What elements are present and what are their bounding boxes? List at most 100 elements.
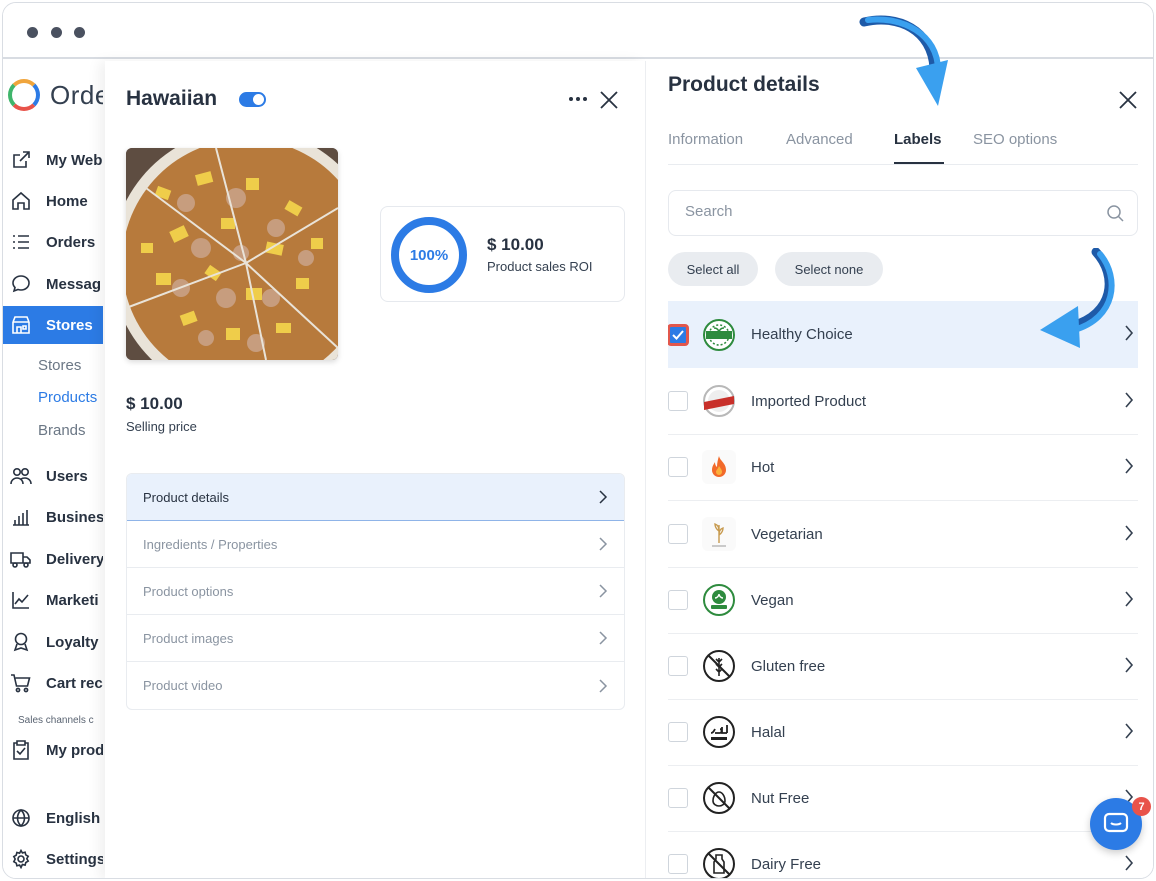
label-name: Hot <box>751 458 775 476</box>
sidebar-item-label: My prod <box>46 741 103 759</box>
chevron-right-icon <box>1125 392 1134 408</box>
label-row-vegan[interactable]: Vegan <box>668 567 1138 634</box>
chevron-right-icon <box>599 678 608 693</box>
list-icon <box>10 231 32 253</box>
sidebar-item-label: Messag <box>46 275 102 293</box>
label-row-dairy-free[interactable]: Dairy Free <box>668 831 1138 878</box>
search-icon[interactable] <box>1106 204 1125 223</box>
bar-chart-icon <box>10 506 32 528</box>
label-name: Nut Free <box>751 789 810 807</box>
label-checkbox[interactable] <box>668 524 688 544</box>
label-row-imported-product[interactable]: Imported Product <box>668 368 1138 435</box>
roi-card: 100% $ 10.00 Product sales ROI <box>380 206 625 302</box>
product-panel: Hawaiian 100% $ 10.00 Product sales ROI … <box>105 61 645 878</box>
product-menu: Product details Ingredients / Properties… <box>126 473 625 710</box>
label-checkbox[interactable] <box>668 788 688 808</box>
sidebar-item-label: Stores <box>46 316 93 334</box>
label-checkbox[interactable] <box>668 324 688 345</box>
close-product-button[interactable] <box>598 89 620 111</box>
label-checkbox[interactable] <box>668 656 688 676</box>
menu-item-product-images[interactable]: Product images <box>127 615 624 662</box>
annotation-arrow-icon <box>1040 248 1115 348</box>
product-title: Hawaiian <box>126 87 218 110</box>
label-checkbox[interactable] <box>668 722 688 742</box>
sidebar-item-label: My Web <box>46 151 103 169</box>
import-badge-icon <box>702 384 736 418</box>
menu-item-label: Product options <box>143 583 234 599</box>
annotation-arrow-icon <box>859 15 948 106</box>
sidebar-item-settings[interactable]: Settings <box>3 840 103 878</box>
window-dot <box>27 27 38 38</box>
sidebar-item-label: Busines <box>46 508 103 526</box>
chevron-right-icon <box>1125 657 1134 673</box>
sidebar-subitem-products[interactable]: Products <box>38 389 97 406</box>
label-name: Gluten free <box>751 657 826 675</box>
sidebar-item-my-products[interactable]: My prod <box>3 731 103 769</box>
sidebar-item-label: Users <box>46 467 88 485</box>
product-enabled-toggle[interactable] <box>239 92 266 107</box>
sidebar-item-business[interactable]: Busines <box>3 498 103 536</box>
chat-icon <box>1103 812 1129 833</box>
label-row-gluten-free[interactable]: Gluten free <box>668 633 1138 700</box>
sidebar-item-language[interactable]: English <box>3 799 103 837</box>
sidebar-subitem-stores[interactable]: Stores <box>38 357 81 374</box>
product-details-panel: Product details Information Advanced Lab… <box>645 61 1153 878</box>
tab-labels[interactable]: Labels <box>894 131 942 148</box>
tab-information[interactable]: Information <box>668 131 743 148</box>
close-details-button[interactable] <box>1117 89 1139 111</box>
product-image[interactable] <box>126 148 338 360</box>
sidebar: Orde My Web Home Orders Messag Stores St… <box>3 61 103 878</box>
label-row-vegetarian[interactable]: Vegetarian <box>668 501 1138 568</box>
menu-item-product-video[interactable]: Product video <box>127 662 624 709</box>
chevron-right-icon <box>599 537 608 551</box>
roi-percent: 100% <box>409 246 449 264</box>
label-checkbox[interactable] <box>668 854 688 874</box>
sidebar-item-cart-recovery[interactable]: Cart rec <box>3 664 103 702</box>
truck-icon <box>10 548 32 570</box>
label-row-nut-free[interactable]: Nut Free <box>668 765 1138 832</box>
tab-advanced[interactable]: Advanced <box>786 131 853 148</box>
search-input[interactable] <box>685 203 1085 220</box>
label-checkbox[interactable] <box>668 590 688 610</box>
tab-seo-options[interactable]: SEO options <box>973 131 1057 148</box>
sidebar-item-users[interactable]: Users <box>3 457 103 495</box>
select-none-button[interactable]: Select none <box>775 252 883 286</box>
app-logo[interactable]: Orde <box>8 79 103 111</box>
details-title: Product details <box>668 73 820 96</box>
gear-icon <box>10 848 32 870</box>
selling-price-label: Selling price <box>126 419 197 434</box>
menu-item-product-details[interactable]: Product details <box>127 474 624 521</box>
sidebar-item-loyalty[interactable]: Loyalty <box>3 623 103 661</box>
chevron-right-icon <box>599 584 608 598</box>
nut-free-icon <box>702 781 736 815</box>
sidebar-item-my-website[interactable]: My Web <box>3 141 103 179</box>
sidebar-item-label: English <box>46 809 101 827</box>
sidebar-item-home[interactable]: Home <box>3 182 103 220</box>
menu-item-label: Product images <box>143 630 234 646</box>
active-tab-indicator <box>894 162 944 164</box>
gluten-free-icon <box>702 649 736 683</box>
roi-label: Product sales ROI <box>487 259 593 274</box>
chevron-right-icon <box>599 631 608 645</box>
sidebar-item-delivery[interactable]: Delivery <box>3 540 103 578</box>
sidebar-item-label: Home <box>46 192 88 210</box>
label-checkbox[interactable] <box>668 457 688 477</box>
label-name: Healthy Choice <box>751 326 853 343</box>
label-name: Dairy Free <box>751 855 822 873</box>
label-name: Imported Product <box>751 392 867 410</box>
menu-item-ingredients[interactable]: Ingredients / Properties <box>127 521 624 568</box>
label-row-halal[interactable]: Halal <box>668 699 1138 766</box>
sidebar-item-messages[interactable]: Messag <box>3 265 103 303</box>
select-all-button[interactable]: Select all <box>668 252 758 286</box>
sidebar-item-marketing[interactable]: Marketi <box>3 581 103 619</box>
label-name: Vegetarian <box>751 525 823 543</box>
label-checkbox[interactable] <box>668 391 688 411</box>
menu-item-product-options[interactable]: Product options <box>127 568 624 615</box>
more-options-button[interactable] <box>566 87 590 111</box>
selling-price-value: $ 10.00 <box>126 394 183 413</box>
sidebar-item-stores[interactable]: Stores <box>3 306 103 344</box>
sidebar-item-label: Marketi <box>46 591 99 609</box>
label-row-hot[interactable]: Hot <box>668 434 1138 501</box>
sidebar-subitem-brands[interactable]: Brands <box>38 422 86 439</box>
sidebar-item-orders[interactable]: Orders <box>3 223 103 261</box>
